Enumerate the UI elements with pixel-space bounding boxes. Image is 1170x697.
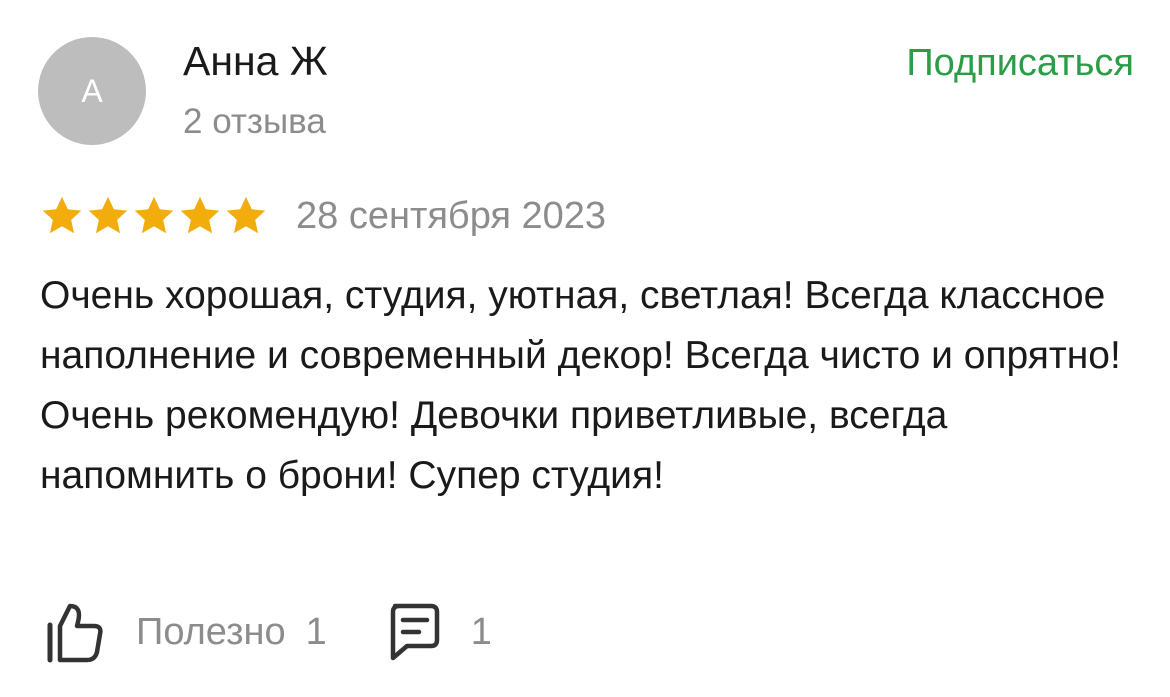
star-icon <box>226 196 266 234</box>
comment-icon <box>390 603 440 661</box>
review-date: 28 сентября 2023 <box>296 195 607 237</box>
star-icon <box>88 196 128 234</box>
star-icon <box>42 196 82 234</box>
rating-row: 28 сентября 2023 <box>40 190 606 242</box>
review-actions: Полезно 1 1 <box>44 600 492 664</box>
review-text: Очень хорошая, студия, уютная, светлая! … <box>40 274 1121 497</box>
useful-button[interactable]: Полезно 1 <box>44 600 327 664</box>
review-card: А Анна Ж 2 отзыва Подписаться 28 сентябр… <box>0 0 1170 697</box>
star-icon <box>134 196 174 234</box>
author-reviews-count: 2 отзыва <box>183 102 326 141</box>
avatar-letter: А <box>81 72 103 109</box>
author-name[interactable]: Анна Ж <box>183 36 328 86</box>
thumbs-up-icon <box>47 603 103 663</box>
comments-button[interactable]: 1 <box>385 600 492 664</box>
star-rating <box>40 194 270 238</box>
useful-label: Полезно <box>136 611 286 653</box>
star-icon <box>180 196 220 234</box>
subscribe-button[interactable]: Подписаться <box>906 39 1134 87</box>
useful-count: 1 <box>305 611 327 653</box>
avatar[interactable]: А <box>38 37 146 145</box>
comments-count: 1 <box>470 611 492 653</box>
